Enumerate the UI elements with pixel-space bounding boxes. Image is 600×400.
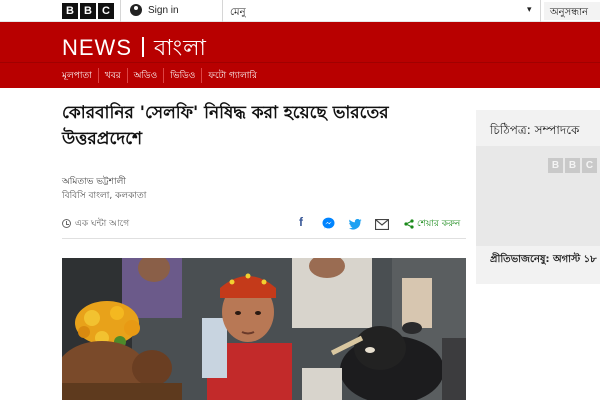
twitter-share-icon[interactable] — [348, 215, 362, 230]
divider — [222, 0, 223, 22]
bbc-logo-letter: C — [582, 158, 597, 173]
bbc-top-bar: B B C Sign in মেনু ▾ অনুসন্ধান — [0, 0, 600, 22]
sidebar-title[interactable]: চিঠিপত্র: সম্পাদকে — [490, 122, 579, 142]
share-label: শেয়ার করুন — [417, 219, 461, 229]
article-timestamp: এক ঘন্টা আগে — [62, 216, 129, 231]
menu-button[interactable]: মেনু — [230, 5, 246, 22]
bbc-logo-letter: B — [62, 3, 78, 19]
nav-item-audio[interactable]: অডিও — [126, 68, 164, 83]
sidebar-caption[interactable]: প্রীতিভাজনেষু: অগাস্ট ১৮ — [490, 252, 597, 269]
timestamp-label: এক ঘন্টা আগে — [75, 219, 130, 229]
search-input[interactable]: অনুসন্ধান — [544, 2, 600, 20]
news-header: NEWS বাংলা মূলপাতা খবর অডিও ভিডিও ফটো গ্য… — [0, 22, 600, 88]
article-photo — [62, 258, 466, 400]
news-label: NEWS — [62, 35, 132, 60]
nav-item-photo-gallery[interactable]: ফটো গ্যালারি — [201, 68, 263, 83]
bbc-logo-letter: B — [80, 3, 96, 19]
nav-item-news[interactable]: খবর — [97, 68, 127, 83]
divider — [540, 0, 541, 22]
language-label: বাংলা — [154, 35, 207, 60]
email-share-icon[interactable] — [374, 215, 390, 231]
article-author: অমিতাভ ভট্টশালী — [62, 177, 126, 187]
signin-label: Sign in — [148, 4, 179, 16]
sidebar-promo[interactable]: চিঠিপত্র: সম্পাদকে B B C প্রীতিভাজনেষু: … — [476, 110, 600, 284]
bbc-logo-letter: B — [548, 158, 563, 173]
facebook-share-icon[interactable]: f — [294, 215, 308, 229]
bbc-logo-letter: B — [565, 158, 580, 173]
nav-item-video[interactable]: ভিডিও — [163, 68, 201, 83]
divider — [62, 238, 466, 239]
nav-item-home[interactable]: মূলপাতা — [62, 68, 98, 83]
bbc-logo-letter: C — [98, 3, 114, 19]
article-author-org: বিবিসি বাংলা, কলকাতা — [62, 191, 147, 201]
article-headline: কোরবানির 'সেলফি' নিষিদ্ধ করা হয়েছে ভারত… — [62, 103, 389, 149]
signin-button[interactable]: Sign in — [130, 4, 179, 16]
clock-icon — [62, 219, 71, 228]
share-more-button[interactable]: শেয়ার করুন — [404, 216, 460, 231]
divider — [120, 0, 121, 22]
chevron-down-icon[interactable]: ▾ — [527, 5, 532, 15]
section-nav: মূলপাতা খবর অডিও ভিডিও ফটো গ্যালারি — [0, 62, 600, 88]
bbc-logo: B B C — [548, 158, 597, 173]
share-icon — [404, 218, 414, 229]
logo-separator — [142, 37, 144, 57]
messenger-share-icon[interactable] — [321, 215, 335, 229]
user-icon — [130, 4, 142, 16]
bbc-logo[interactable]: B B C — [62, 3, 114, 19]
